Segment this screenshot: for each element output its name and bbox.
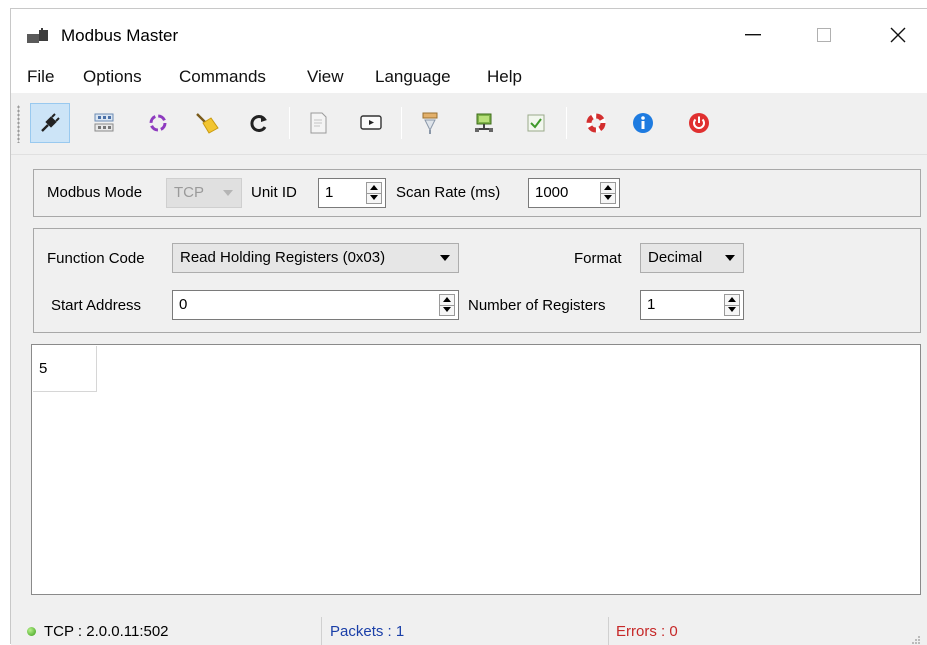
register-data-view[interactable]: 5 bbox=[31, 344, 921, 595]
settings-grid-icon bbox=[94, 113, 114, 132]
toolbar-separator bbox=[401, 107, 402, 139]
format-select[interactable]: Decimal bbox=[640, 243, 744, 273]
modbus-mode-label: Modbus Mode bbox=[47, 184, 143, 201]
menu-view[interactable]: View bbox=[307, 67, 344, 87]
app-window: Modbus Master File Options Commands View… bbox=[10, 8, 927, 645]
function-code-select[interactable]: Read Holding Registers (0x03) bbox=[172, 243, 459, 273]
toolbar-separator bbox=[289, 107, 290, 139]
about-button[interactable] bbox=[623, 103, 663, 143]
status-separator bbox=[321, 617, 322, 645]
title-bar: Modbus Master bbox=[11, 9, 927, 61]
menu-help[interactable]: Help bbox=[487, 67, 522, 87]
menu-bar: File Options Commands View Language Help bbox=[11, 61, 927, 93]
settings-button[interactable] bbox=[84, 103, 124, 143]
menu-commands[interactable]: Commands bbox=[179, 67, 266, 87]
menu-file[interactable]: File bbox=[27, 67, 54, 87]
packets-counter: Packets : 1 bbox=[330, 623, 405, 640]
chevron-down-icon bbox=[440, 255, 450, 261]
chevron-down-icon bbox=[725, 255, 735, 261]
refresh-icon bbox=[250, 115, 267, 132]
log-document-icon bbox=[310, 112, 327, 134]
connection-status-icon bbox=[27, 627, 36, 636]
register-value-cell[interactable]: 5 bbox=[33, 346, 97, 392]
network-icon bbox=[475, 113, 493, 132]
format-label: Format bbox=[574, 250, 622, 267]
checkbox-icon bbox=[527, 114, 545, 132]
help-lifebuoy-icon bbox=[586, 113, 606, 133]
errors-counter: Errors : 0 bbox=[616, 623, 678, 640]
status-separator bbox=[608, 617, 609, 645]
unit-id-label: Unit ID bbox=[251, 184, 297, 201]
function-code-value: Read Holding Registers (0x03) bbox=[180, 249, 386, 266]
monitor-icon bbox=[360, 115, 382, 130]
exit-button[interactable] bbox=[679, 103, 719, 143]
bus-monitor-icon bbox=[422, 112, 438, 134]
menu-language[interactable]: Language bbox=[375, 67, 451, 87]
start-address-label: Start Address bbox=[51, 297, 142, 314]
log-button[interactable] bbox=[298, 103, 338, 143]
maximize-button[interactable] bbox=[801, 19, 847, 51]
scan-rate-label: Scan Rate (ms) bbox=[396, 184, 501, 201]
info-icon bbox=[633, 113, 653, 133]
app-icon bbox=[27, 28, 48, 43]
scan-rate-stepper[interactable] bbox=[600, 182, 616, 204]
window-title: Modbus Master bbox=[61, 26, 179, 45]
unit-id-value: 1 bbox=[325, 184, 334, 201]
num-registers-label: Number of Registers bbox=[468, 297, 606, 314]
connection-settings-group: Modbus Mode TCP Unit ID 1 Scan Rate (ms)… bbox=[33, 169, 921, 217]
request-settings-group: Function Code Read Holding Registers (0x… bbox=[33, 228, 921, 333]
num-registers-stepper[interactable] bbox=[724, 294, 740, 316]
scan-rate-value: 1000 bbox=[535, 184, 569, 201]
help-button[interactable] bbox=[576, 103, 616, 143]
minimize-button[interactable] bbox=[730, 19, 776, 51]
unit-id-spinbox[interactable]: 1 bbox=[318, 178, 386, 208]
bus-monitor-button[interactable] bbox=[410, 103, 450, 143]
network-button[interactable] bbox=[464, 103, 504, 143]
unit-id-stepper[interactable] bbox=[366, 182, 382, 204]
num-registers-spinbox[interactable]: 1 bbox=[640, 290, 744, 320]
num-registers-value: 1 bbox=[647, 296, 656, 313]
connect-plug-icon bbox=[41, 113, 60, 132]
exit-power-icon bbox=[689, 113, 709, 133]
connect-button[interactable] bbox=[30, 103, 70, 143]
scan-rate-spinbox[interactable]: 1000 bbox=[528, 178, 620, 208]
menu-options[interactable]: Options bbox=[83, 67, 142, 87]
scan-cycle-icon bbox=[149, 114, 167, 132]
close-button[interactable] bbox=[875, 19, 921, 51]
modbus-mode-select: TCP bbox=[166, 178, 242, 208]
status-bar: TCP : 2.0.0.11:502 Packets : 1 Errors : … bbox=[11, 609, 927, 645]
scan-button[interactable] bbox=[138, 103, 178, 143]
clear-button[interactable] bbox=[187, 103, 227, 143]
start-address-spinbox[interactable]: 0 bbox=[172, 290, 459, 320]
toolbar bbox=[11, 93, 927, 155]
modbus-mode-value: TCP bbox=[174, 184, 204, 201]
toolbar-grip[interactable] bbox=[17, 105, 20, 143]
refresh-button[interactable] bbox=[239, 103, 279, 143]
clear-broom-icon bbox=[196, 113, 219, 134]
start-address-value: 0 bbox=[179, 296, 188, 313]
format-value: Decimal bbox=[648, 249, 703, 266]
options-check-button[interactable] bbox=[516, 103, 556, 143]
function-code-label: Function Code bbox=[47, 250, 145, 267]
connection-status-text: TCP : 2.0.0.11:502 bbox=[44, 623, 169, 640]
start-address-stepper[interactable] bbox=[439, 294, 455, 316]
monitor-button[interactable] bbox=[351, 103, 391, 143]
chevron-down-icon bbox=[223, 190, 233, 196]
toolbar-separator bbox=[566, 107, 567, 139]
